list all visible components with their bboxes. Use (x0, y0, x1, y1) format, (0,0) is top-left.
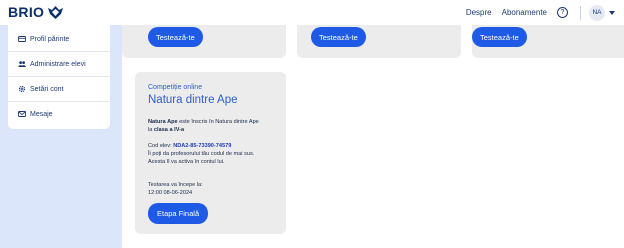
sidebar-item-administrare[interactable]: Administrare elevi (18, 60, 86, 68)
sidebar-item-mesaje[interactable]: Mesaje (18, 110, 53, 118)
sidebar-item-profil[interactable]: Profil părinte (18, 35, 69, 43)
testeaza-button[interactable]: Testează-te (472, 27, 527, 47)
student-code: NDA2-85-73390-74579 (173, 143, 232, 149)
student-name: Natura Ape (148, 119, 178, 125)
start-label: Testarea va începe la: (148, 182, 203, 188)
enrollment-rest: este înscris în Natura dintre Ape (177, 119, 259, 125)
start-time: 12:00 08-06-2024 (148, 190, 193, 197)
sidebar-item-label: Mesaje (30, 110, 53, 118)
sidebar-item-setari[interactable]: Setări cont (18, 85, 63, 93)
divider (8, 51, 110, 52)
sidebar-item-label: Profil părinte (30, 35, 70, 43)
code-block: Cod elev: NDA2-85-73390-74579 Îi poți da… (148, 142, 254, 167)
mail-icon (18, 111, 26, 117)
gear-icon (18, 85, 26, 93)
code-label: Cod elev: (148, 143, 174, 149)
testeaza-button[interactable]: Testează-te (311, 27, 366, 47)
testeaza-button[interactable]: Testează-te (148, 27, 203, 47)
users-icon (18, 61, 26, 67)
logo-text: BRIO (8, 4, 45, 20)
class-value: clasa a IV-a (153, 127, 185, 134)
start-block: Testarea va începe la: 12:00 08-06-2024 (148, 181, 203, 197)
sidebar-item-label: Administrare elevi (30, 60, 86, 68)
avatar[interactable]: NA (589, 4, 605, 21)
enrollment-text: Natura Ape este înscris în Natura dintre… (148, 118, 259, 134)
divider (8, 76, 110, 77)
etapa-finala-button[interactable]: Etapa Finală (148, 203, 209, 224)
help-icon[interactable]: ? (557, 7, 568, 18)
code-hint-1: Îi poți da profesorului tău codul de mai… (148, 151, 255, 158)
code-hint-2: Acesta îl va activa în contul lui. (148, 159, 225, 166)
divider (8, 101, 110, 102)
sidebar-item-label: Setări cont (30, 85, 64, 93)
competition-label: Competiție online (148, 84, 203, 91)
brio-logo[interactable]: BRIO (8, 4, 64, 20)
nav-despre-link[interactable]: Despre (466, 8, 492, 17)
card-icon (18, 36, 26, 42)
chevron-down-icon[interactable] (609, 10, 615, 15)
eagle-crest-icon (48, 5, 64, 19)
sidebar-menu: Profil părinte Administrare elevi Setări… (8, 25, 110, 129)
nav-divider (580, 5, 581, 20)
nav-abonamente-link[interactable]: Abonamente (502, 8, 547, 17)
top-header: BRIO Despre Abonamente ? NA (0, 0, 624, 25)
top-nav: Despre Abonamente ? NA (466, 0, 624, 25)
competition-title: Natura dintre Ape (148, 94, 238, 106)
